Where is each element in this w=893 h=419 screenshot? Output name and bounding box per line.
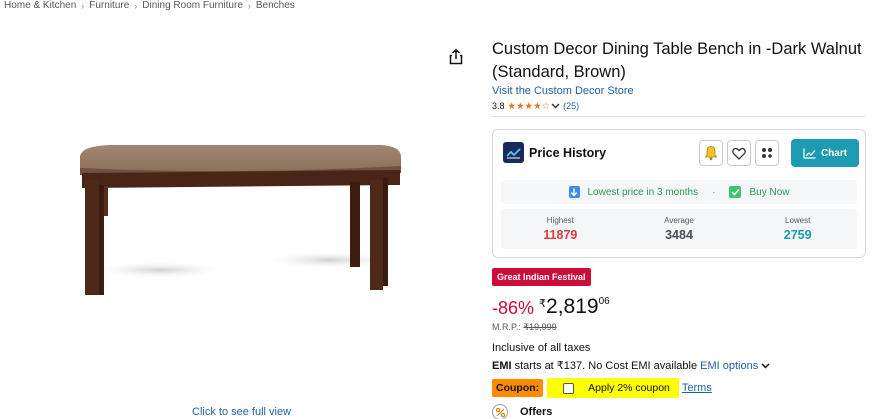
coupon-highlight[interactable]: Apply 2% coupon [547,378,679,398]
breadcrumb-separator: › [81,0,85,11]
star-rating-icon[interactable]: ★★★★☆ [508,101,551,112]
stat-value: 3484 [665,228,693,242]
rating-row[interactable]: 3.8 ★★★★☆ (25) [492,100,892,112]
deal-badge: Great Indian Festival [492,268,591,286]
stat-lowest: Lowest 2759 [738,209,857,249]
emi-options-link[interactable]: EMI options [700,360,758,372]
price-history-logo-icon [503,142,524,163]
chevron-down-icon[interactable] [761,360,770,372]
price-currency: ₹ [539,298,547,310]
bell-icon[interactable] [699,140,723,166]
coupon-row: Coupon: Apply 2% coupon Terms [492,378,712,398]
full-view-link[interactable]: Click to see full view [192,406,291,418]
chart-button-label: Chart [820,147,848,159]
chevron-down-icon[interactable] [551,102,560,111]
offers-percent-icon [492,404,508,419]
product-title: Custom Decor Dining Table Bench in -Dark… [492,40,862,81]
price-whole: 2,819 [546,295,599,318]
offers-row: Offers [492,404,552,419]
stat-label: Highest [546,216,574,225]
store-link[interactable]: Visit the Custom Decor Store [492,85,892,97]
tax-note: Inclusive of all taxes [492,342,591,354]
highest-price: 11879 [543,228,578,242]
chart-button[interactable]: Chart [791,139,859,167]
breadcrumb-separator: › [134,0,138,11]
chart-icon [803,148,816,159]
coupon-checkbox[interactable] [563,382,575,394]
lowest-price: 2759 [783,228,812,242]
heart-icon[interactable] [727,140,751,166]
download-arrow-icon [568,186,580,198]
price-history-card: Price History Chart Lowest price in 3 mo… [492,129,866,258]
breadcrumb-separator: › [247,0,251,11]
breadcrumb-item-furniture[interactable]: Furniture [89,0,129,11]
breadcrumb-item-dining-room-furniture[interactable]: Dining Room Furniture [142,0,243,11]
share-icon[interactable] [447,48,465,66]
average-price: 3484 [665,228,693,242]
stat-value: 2759 [784,228,812,242]
lowest-price-banner: Lowest price in 3 months · Buy Now [501,180,857,204]
divider [492,116,865,117]
separator-dot: · [712,186,716,198]
rating-value: 3.8 [492,101,505,111]
emi-text: starts at ₹137. No Cost EMI available [511,360,701,372]
stat-label: Lowest [785,216,811,225]
price-stats: Highest 11879 Average 3484 Lowest 2759 [501,209,857,249]
price-history-header: Price History [503,142,606,163]
product-image[interactable] [70,130,420,305]
breadcrumb-item-benches[interactable]: Benches [256,0,295,11]
price-history-title: Price History [529,145,607,160]
checkmark-icon [729,186,742,198]
breadcrumb: Home & Kitchen › Furniture › Dining Room… [4,0,295,11]
buy-now-label[interactable]: Buy Now [749,187,789,198]
lowest-price-note: Lowest price in 3 months [587,186,699,198]
stat-average: Average 3484 [620,209,739,249]
coupon-terms-link[interactable]: Terms [682,382,712,394]
emi-label: EMI [492,360,512,372]
mrp: M.R.P.: ₹19,999 [492,322,557,333]
price-fraction: 06 [598,296,610,307]
rating-count-link[interactable]: (25) [563,101,579,111]
product-details: Custom Decor Dining Table Bench in -Dark… [492,38,892,117]
coupon-label: Coupon: [492,379,544,397]
stat-highest: Highest 11879 [501,209,620,249]
price: -86% ₹ 2,819 06 [492,293,610,319]
discount-percent: -86% [492,298,535,318]
coupon-text[interactable]: Apply 2% coupon [588,382,670,394]
stat-value: 11879 [543,228,577,242]
breadcrumb-item-home-kitchen[interactable]: Home & Kitchen [4,0,76,11]
stat-label: Average [664,216,694,225]
emi-info: EMI starts at ₹137. No Cost EMI availabl… [492,359,770,372]
mrp-label: M.R.P.: [492,322,521,332]
mrp-value: ₹19,999 [523,322,557,332]
grid-icon[interactable] [755,140,779,166]
offers-label: Offers [520,406,553,418]
